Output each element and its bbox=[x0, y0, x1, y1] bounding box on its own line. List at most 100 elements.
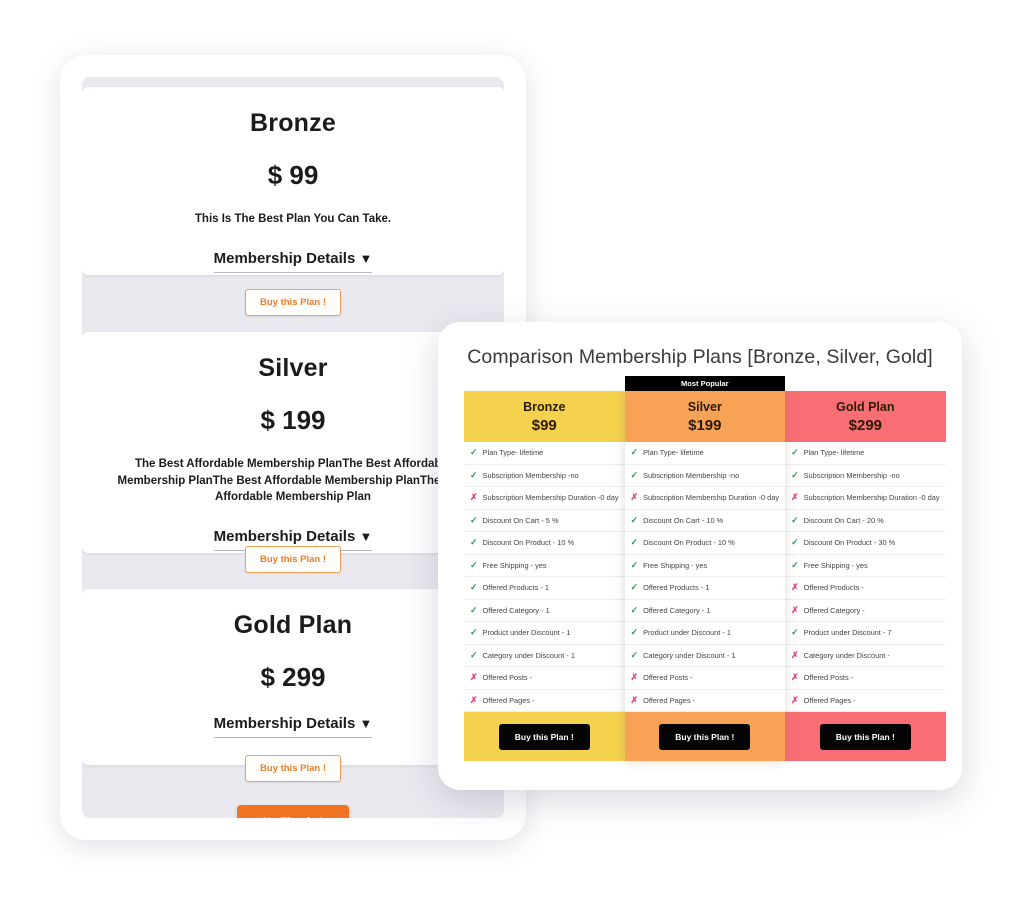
check-icon: ✓ bbox=[470, 514, 478, 525]
feature-label: Offered Category - 1 bbox=[643, 605, 711, 615]
feature-label: Category under Discount - bbox=[803, 650, 890, 660]
chevron-down-icon: ▼ bbox=[359, 716, 373, 731]
cross-icon: ✗ bbox=[470, 694, 478, 705]
cross-icon: ✗ bbox=[791, 694, 799, 705]
feature-row: ✓ Subscription Membership -no bbox=[785, 465, 946, 487]
check-icon: ✓ bbox=[470, 604, 478, 615]
feature-row: ✓ Plan Type- lifetime bbox=[785, 442, 946, 465]
buy-plan-button-silver[interactable]: Buy this Plan ! bbox=[245, 546, 341, 573]
plan-description: The Best Affordable Membership PlanThe B… bbox=[117, 458, 469, 504]
buy-plan-button-gold-plan[interactable]: Buy this Plan ! bbox=[819, 723, 911, 750]
feature-label: Subscription Membership Duration -0 day bbox=[643, 493, 780, 503]
cross-icon: ✗ bbox=[470, 672, 478, 683]
feature-row: ✗ Offered Posts - bbox=[464, 667, 625, 690]
comparison-table: Bronze $99 ✓ Plan Type- lifetime ✓ Subscripti… bbox=[464, 376, 946, 761]
membership-details-toggle[interactable]: Membership Details ▼ bbox=[213, 249, 373, 273]
feature-row: ✓ Discount On Cart - 20 % bbox=[785, 510, 946, 532]
check-icon: ✓ bbox=[791, 447, 799, 458]
feature-row: ✓ Offered Products - 1 bbox=[624, 577, 786, 600]
chevron-down-icon: ▼ bbox=[359, 250, 373, 266]
comparison-title: Comparison Membership Plans [Bronze, Sil… bbox=[467, 346, 933, 368]
cross-icon: ✗ bbox=[791, 649, 799, 660]
feature-label: Product under Discount - 1 bbox=[482, 628, 571, 638]
feature-label: Offered Pages - bbox=[803, 695, 856, 705]
column-plan-price: $199 bbox=[688, 416, 722, 434]
column-plan-price: $99 bbox=[531, 416, 557, 434]
column-footer: Buy this Plan ! bbox=[464, 712, 625, 761]
membership-details-toggle[interactable]: Membership Details ▼ bbox=[213, 715, 373, 738]
check-icon: ✓ bbox=[470, 447, 478, 458]
check-icon: ✓ bbox=[791, 537, 799, 548]
feature-label: Plan Type- lifetime bbox=[482, 448, 544, 458]
feature-label: Free Shipping - yes bbox=[643, 560, 708, 570]
feature-row: ✓ Free Shipping - yes bbox=[464, 555, 625, 577]
feature-row: ✓ Offered Products - 1 bbox=[464, 577, 625, 600]
feature-label: Product under Discount - 7 bbox=[803, 628, 892, 638]
column-plan-name: Silver bbox=[687, 399, 722, 414]
feature-label: Discount On Product - 10 % bbox=[482, 538, 575, 548]
buy-plan-button-bronze[interactable]: Buy this Plan ! bbox=[498, 723, 590, 750]
check-icon: ✓ bbox=[630, 447, 639, 458]
feature-label: Subscription Membership Duration -0 day bbox=[803, 493, 940, 503]
plan-title: Bronze bbox=[250, 109, 336, 137]
feature-label: Free Shipping - yes bbox=[482, 560, 547, 570]
plan-card-bronze: Bronze $ 99 This Is The Best Plan You Ca… bbox=[82, 87, 504, 275]
check-icon: ✓ bbox=[630, 582, 639, 593]
membership-details-label: Membership Details bbox=[213, 249, 356, 267]
feature-label: Offered Pages - bbox=[482, 695, 535, 705]
comparison-column-bronze: Bronze $99 ✓ Plan Type- lifetime ✓ Subscripti… bbox=[464, 391, 625, 761]
feature-label: Offered Posts - bbox=[482, 673, 533, 683]
feature-row: ✗ Offered Pages - bbox=[464, 690, 625, 712]
feature-label: Subscription Membership -no bbox=[803, 470, 900, 480]
feature-row: ✓ Offered Category - 1 bbox=[464, 600, 625, 622]
membership-details-label: Membership Details bbox=[213, 528, 356, 546]
check-icon: ✓ bbox=[470, 627, 478, 638]
cross-icon: ✗ bbox=[470, 492, 478, 503]
feature-row: ✓ Offered Category - 1 bbox=[624, 600, 786, 622]
feature-row: ✓ Category under Discount - 1 bbox=[624, 645, 786, 667]
feature-row: ✗ Subscription Membership Duration -0 day bbox=[785, 487, 946, 510]
feature-row: ✓ Discount On Product - 30 % bbox=[785, 532, 946, 555]
cross-icon: ✗ bbox=[630, 672, 639, 683]
feature-label: Offered Category - bbox=[803, 605, 865, 615]
comparison-column-silver: Most Popular Silver $199 ✓ Plan Type- lifeti… bbox=[624, 376, 786, 761]
feature-label: Offered Category - 1 bbox=[482, 605, 550, 615]
feature-row: ✗ Subscription Membership Duration -0 day bbox=[624, 487, 786, 510]
comparison-panel: Comparison Membership Plans [Bronze, Sil… bbox=[438, 322, 962, 790]
feature-label: Offered Posts - bbox=[803, 673, 854, 683]
cross-icon: ✗ bbox=[791, 582, 799, 593]
feature-row: ✓ Discount On Product - 10 % bbox=[624, 532, 786, 555]
check-icon: ✓ bbox=[791, 559, 799, 570]
feature-row: ✓ Subscription Membership -no bbox=[464, 465, 625, 487]
plan-price: $ 99 bbox=[267, 160, 319, 190]
feature-label: Discount On Product - 30 % bbox=[803, 538, 896, 548]
feature-label: Offered Products - 1 bbox=[643, 583, 710, 593]
check-icon: ✓ bbox=[630, 514, 639, 525]
feature-row: ✓ Plan Type- lifetime bbox=[624, 442, 786, 465]
buy-plan-button-silver[interactable]: Buy this Plan ! bbox=[659, 723, 751, 750]
plan-description: This Is The Best Plan You Can Take. bbox=[194, 213, 392, 225]
cross-icon: ✗ bbox=[791, 604, 799, 615]
check-icon: ✓ bbox=[791, 469, 799, 480]
feature-row: ✗ Offered Pages - bbox=[785, 690, 946, 712]
feature-label: Subscription Membership -no bbox=[482, 470, 579, 480]
feature-label: Offered Pages - bbox=[643, 695, 696, 705]
no-thanks-button[interactable]: No Thanks! bbox=[237, 805, 349, 818]
feature-label: Plan Type- lifetime bbox=[803, 448, 865, 458]
check-icon: ✓ bbox=[791, 514, 799, 525]
feature-label: Discount On Cart - 10 % bbox=[643, 515, 724, 525]
check-icon: ✓ bbox=[470, 537, 478, 548]
column-plan-name: Bronze bbox=[523, 399, 566, 414]
check-icon: ✓ bbox=[470, 649, 478, 660]
feature-row: ✓ Product under Discount - 7 bbox=[785, 622, 946, 645]
feature-label: Offered Posts - bbox=[643, 673, 693, 683]
cross-icon: ✗ bbox=[791, 672, 799, 683]
column-plan-price: $299 bbox=[848, 416, 883, 434]
feature-row: ✗ Offered Pages - bbox=[624, 690, 786, 712]
buy-plan-button-gold[interactable]: Buy this Plan ! bbox=[245, 755, 341, 782]
cross-icon: ✗ bbox=[630, 492, 639, 503]
feature-row: ✓ Discount On Cart - 5 % bbox=[464, 510, 625, 532]
buy-plan-button-bronze[interactable]: Buy this Plan ! bbox=[245, 289, 341, 316]
check-icon: ✓ bbox=[470, 469, 478, 480]
feature-label: Product under Discount - 1 bbox=[643, 628, 731, 638]
